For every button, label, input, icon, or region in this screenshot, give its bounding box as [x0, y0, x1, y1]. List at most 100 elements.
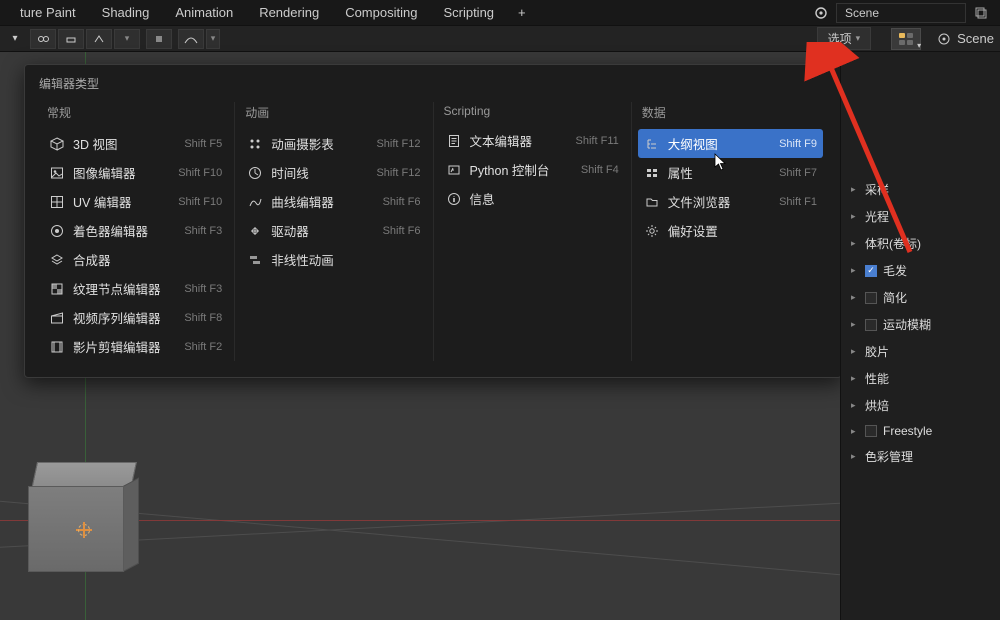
menu-item-shortcut: Shift F7 — [769, 167, 817, 179]
editor-type-item[interactable]: 时间线Shift F12 — [241, 158, 426, 187]
workspace-tab[interactable]: ture Paint — [8, 1, 88, 24]
menu-item-shortcut: Shift F5 — [174, 138, 222, 150]
layers-icon — [49, 252, 65, 268]
copy-scene-icon[interactable] — [972, 4, 990, 22]
editor-type-item[interactable]: 图像编辑器Shift F10 — [43, 158, 228, 187]
editor-type-item[interactable]: 偏好设置 — [638, 216, 823, 245]
menu-item-label: 曲线编辑器 — [271, 192, 364, 211]
properties-panel-section[interactable]: ▸色彩管理 — [841, 443, 1000, 470]
tool-button[interactable]: ▾ — [206, 29, 220, 49]
panel-section-label: 胶片 — [865, 343, 889, 360]
menu-item-label: 纹理节点编辑器 — [73, 279, 166, 298]
outliner-editor-type-button[interactable]: ▾ — [891, 28, 921, 50]
editor-type-item[interactable]: 动画摄影表Shift F12 — [241, 129, 426, 158]
panel-section-label: 简化 — [883, 289, 907, 306]
add-workspace-button[interactable]: + — [508, 1, 536, 24]
panel-checkbox[interactable] — [865, 292, 877, 304]
editor-type-item[interactable]: 视频序列编辑器Shift F8 — [43, 303, 228, 332]
menu-item-label: 偏好设置 — [668, 221, 817, 240]
dopesheet-icon — [247, 136, 263, 152]
editor-type-item[interactable]: 3D 视图Shift F5 — [43, 129, 228, 158]
editor-type-item[interactable]: 着色器编辑器Shift F3 — [43, 216, 228, 245]
scene-name-input[interactable] — [836, 3, 966, 23]
workspace-tab[interactable]: Animation — [163, 1, 245, 24]
properties-panel-section[interactable]: ▸Freestyle — [841, 419, 1000, 443]
tool-button[interactable]: ▾ — [114, 29, 140, 49]
python-icon — [446, 162, 462, 178]
chevron-down-icon: ▾ — [856, 33, 861, 44]
editor-type-item[interactable]: 信息 — [440, 184, 625, 213]
popup-column-header: 数据 — [638, 102, 823, 123]
menu-item-shortcut: Shift F8 — [174, 312, 222, 324]
menu-item-label: 文本编辑器 — [470, 131, 558, 150]
clapper-icon — [49, 310, 65, 326]
properties-panel-section[interactable]: ▸✓毛发 — [841, 257, 1000, 284]
menu-item-shortcut: Shift F10 — [168, 196, 222, 208]
properties-panel-section[interactable]: ▸胶片 — [841, 338, 1000, 365]
properties-panel-section[interactable]: ▸采样 — [841, 176, 1000, 203]
editor-type-item[interactable]: 曲线编辑器Shift F6 — [241, 187, 426, 216]
menu-item-label: 信息 — [470, 189, 619, 208]
properties-panel-section[interactable]: ▸烘焙 — [841, 392, 1000, 419]
properties-panel-section[interactable]: ▸ 简化 — [841, 284, 1000, 311]
popup-column-header: 动画 — [241, 102, 426, 123]
menu-item-label: 非线性动画 — [271, 250, 420, 269]
editor-type-item[interactable]: UV 编辑器 Shift F10 — [43, 187, 228, 216]
panel-section-label: 色彩管理 — [865, 448, 913, 465]
info-icon — [446, 191, 462, 207]
tool-button[interactable] — [86, 29, 112, 49]
panel-checkbox[interactable] — [865, 319, 877, 331]
menu-item-shortcut: Shift F11 — [566, 135, 619, 147]
panel-section-label: 体积(卷标) — [865, 235, 921, 252]
menu-item-label: UV 编辑器 — [73, 192, 160, 211]
editor-type-item[interactable]: 大纲视图Shift F9 — [638, 129, 823, 158]
uv-icon — [49, 194, 65, 210]
panel-section-label: 性能 — [865, 370, 889, 387]
disclosure-triangle-icon: ▸ — [851, 426, 859, 437]
workspace-tab[interactable]: Rendering — [247, 1, 331, 24]
tool-button[interactable] — [58, 29, 84, 49]
editor-type-item[interactable]: 文件浏览器Shift F1 — [638, 187, 823, 216]
editor-type-item[interactable]: 非线性动画 — [241, 245, 426, 274]
palette-icon — [49, 223, 65, 239]
disclosure-triangle-icon: ▸ — [851, 265, 859, 276]
tool-button[interactable] — [146, 29, 172, 49]
disclosure-triangle-icon: ▸ — [851, 238, 859, 249]
menu-item-shortcut: Shift F9 — [769, 138, 817, 150]
editor-type-item[interactable]: 属性Shift F7 — [638, 158, 823, 187]
properties-panel-section[interactable]: ▸光程 — [841, 203, 1000, 230]
menu-item-shortcut: Shift F2 — [174, 341, 222, 353]
tool-button[interactable] — [178, 29, 204, 49]
options-dropdown[interactable]: 选项 ▾ — [817, 27, 872, 50]
workspace-tab[interactable]: Shading — [90, 1, 162, 24]
menu-item-shortcut: Shift F6 — [373, 225, 421, 237]
properties-panel-section[interactable]: ▸ 体积(卷标) — [841, 230, 1000, 257]
panel-checkbox[interactable] — [865, 425, 877, 437]
editor-type-item[interactable]: 合成器 — [43, 245, 228, 274]
popup-column-header: Scripting — [440, 102, 625, 120]
disclosure-triangle-icon: ▸ — [851, 292, 859, 303]
disclosure-triangle-icon: ▸ — [851, 319, 859, 330]
texture-icon — [49, 281, 65, 297]
tool-button[interactable] — [30, 29, 56, 49]
editor-type-dropdown-icon[interactable]: ▾ — [6, 30, 24, 48]
properties-panel-section[interactable]: ▸运动模糊 — [841, 311, 1000, 338]
workspace-tab[interactable]: Compositing — [333, 1, 429, 24]
editor-type-item[interactable]: 文本编辑器 Shift F11 — [440, 126, 625, 155]
workspace-tab[interactable]: Scripting — [431, 1, 506, 24]
editor-type-item[interactable]: Python 控制台Shift F4 — [440, 155, 625, 184]
popup-column-header: 常规 — [43, 102, 228, 123]
image-icon — [49, 165, 65, 181]
scene-icon — [812, 4, 830, 22]
editor-type-item[interactable]: 影片剪辑编辑器Shift F2 — [43, 332, 228, 361]
editor-type-item[interactable]: 驱动器Shift F6 — [241, 216, 426, 245]
3d-cursor-icon — [76, 522, 92, 538]
default-cube[interactable] — [28, 462, 134, 568]
panel-checkbox[interactable]: ✓ — [865, 265, 877, 277]
gear-icon — [644, 223, 660, 239]
tool-segment: ▾ — [178, 29, 220, 49]
disclosure-triangle-icon: ▸ — [851, 184, 859, 195]
editor-type-item[interactable]: 纹理节点编辑器Shift F3 — [43, 274, 228, 303]
properties-panel-section[interactable]: ▸性能 — [841, 365, 1000, 392]
tool-segment: ▾ — [30, 29, 140, 49]
